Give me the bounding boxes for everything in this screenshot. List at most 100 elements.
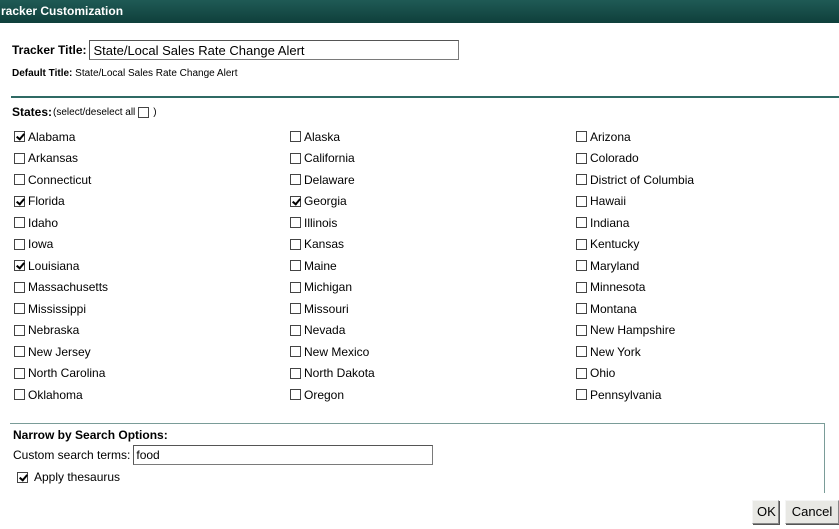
state-checkbox[interactable]	[290, 260, 301, 272]
state-checkbox[interactable]	[14, 324, 25, 336]
state-checkbox[interactable]	[576, 281, 587, 293]
state-checkbox[interactable]	[14, 131, 25, 143]
state-option[interactable]: Idaho	[14, 216, 290, 230]
state-checkbox[interactable]	[14, 346, 25, 358]
state-option[interactable]: Maine	[290, 259, 576, 273]
state-option[interactable]: Nebraska	[14, 323, 290, 337]
state-label: Alaska	[304, 129, 341, 144]
state-label: New Mexico	[304, 344, 370, 359]
state-checkbox[interactable]	[14, 303, 25, 315]
state-option[interactable]: Louisiana	[14, 259, 290, 273]
state-checkbox[interactable]	[14, 217, 25, 229]
thesaurus-row[interactable]: Apply thesaurus	[17, 470, 120, 484]
state-label: California	[304, 151, 355, 166]
state-option[interactable]: New Hampshire	[576, 323, 839, 337]
state-option[interactable]: Nevada	[290, 323, 576, 337]
state-option[interactable]: New York	[576, 345, 839, 359]
state-option[interactable]: Indiana	[576, 216, 839, 230]
state-checkbox[interactable]	[576, 367, 587, 379]
state-option[interactable]: North Carolina	[14, 366, 290, 380]
state-checkbox[interactable]	[290, 195, 301, 207]
state-option[interactable]: Montana	[576, 302, 839, 316]
state-option[interactable]: North Dakota	[290, 366, 576, 380]
state-label: Alabama	[28, 129, 76, 144]
state-label: Indiana	[590, 215, 630, 230]
state-option[interactable]: Arkansas	[14, 151, 290, 165]
state-option[interactable]: Connecticut	[14, 173, 290, 187]
state-option[interactable]: Alaska	[290, 130, 576, 144]
state-option[interactable]: Kentucky	[576, 237, 839, 251]
state-checkbox[interactable]	[576, 303, 587, 315]
state-checkbox[interactable]	[576, 152, 587, 164]
state-checkbox[interactable]	[290, 174, 301, 186]
state-label: Missouri	[304, 301, 349, 316]
select-all-checkbox[interactable]	[138, 106, 150, 118]
state-checkbox[interactable]	[14, 389, 25, 401]
state-checkbox[interactable]	[290, 217, 301, 229]
cancel-button[interactable]: Cancel	[785, 500, 839, 524]
state-checkbox[interactable]	[576, 389, 587, 401]
state-option[interactable]: Iowa	[14, 237, 290, 251]
state-option[interactable]: Delaware	[290, 173, 576, 187]
state-checkbox[interactable]	[576, 324, 587, 336]
state-label: Colorado	[590, 151, 639, 166]
states-row: Idaho Illinois Indiana	[14, 212, 839, 234]
state-checkbox[interactable]	[290, 303, 301, 315]
state-checkbox[interactable]	[576, 260, 587, 272]
state-label: North Dakota	[304, 366, 375, 381]
state-option[interactable]: Colorado	[576, 151, 839, 165]
state-checkbox[interactable]	[290, 389, 301, 401]
state-checkbox[interactable]	[290, 367, 301, 379]
state-checkbox[interactable]	[290, 238, 301, 250]
state-option[interactable]: New Jersey	[14, 345, 290, 359]
state-checkbox[interactable]	[576, 174, 587, 186]
state-label: Florida	[28, 194, 65, 209]
state-option[interactable]: Michigan	[290, 280, 576, 294]
state-option[interactable]: Ohio	[576, 366, 839, 380]
state-option[interactable]: Minnesota	[576, 280, 839, 294]
state-checkbox[interactable]	[290, 281, 301, 293]
state-option[interactable]: Oklahoma	[14, 388, 290, 402]
states-grid: Alabama Alaska Arizona Arkansas California Co…	[14, 126, 839, 406]
state-option[interactable]: Alabama	[14, 130, 290, 144]
select-all-label: (select/deselect all	[53, 106, 136, 118]
state-option[interactable]: Georgia	[290, 194, 576, 208]
state-option[interactable]: District of Columbia	[576, 173, 839, 187]
state-option[interactable]: Massachusetts	[14, 280, 290, 294]
state-label: Michigan	[304, 280, 353, 295]
states-row: Nebraska Nevada New Hampshire	[14, 320, 839, 342]
state-option[interactable]: Missouri	[290, 302, 576, 316]
state-checkbox[interactable]	[576, 217, 587, 229]
state-option[interactable]: Kansas	[290, 237, 576, 251]
state-checkbox[interactable]	[576, 131, 587, 143]
state-option[interactable]: Arizona	[576, 130, 839, 144]
state-checkbox[interactable]	[14, 174, 25, 186]
state-checkbox[interactable]	[576, 195, 587, 207]
state-checkbox[interactable]	[290, 131, 301, 143]
tracker-title-input[interactable]	[89, 40, 460, 60]
state-checkbox[interactable]	[576, 238, 587, 250]
state-option[interactable]: Oregon	[290, 388, 576, 402]
thesaurus-checkbox[interactable]	[17, 471, 28, 483]
state-checkbox[interactable]	[14, 238, 25, 250]
state-checkbox[interactable]	[290, 346, 301, 358]
state-label: Oklahoma	[28, 387, 83, 402]
state-checkbox[interactable]	[14, 260, 25, 272]
state-checkbox[interactable]	[14, 195, 25, 207]
state-option[interactable]: Florida	[14, 194, 290, 208]
state-checkbox[interactable]	[14, 152, 25, 164]
ok-button[interactable]: OK	[752, 500, 779, 524]
state-option[interactable]: California	[290, 151, 576, 165]
state-option[interactable]: Hawaii	[576, 194, 839, 208]
state-option[interactable]: Maryland	[576, 259, 839, 273]
state-option[interactable]: Mississippi	[14, 302, 290, 316]
state-option[interactable]: Pennsylvania	[576, 388, 839, 402]
state-checkbox[interactable]	[14, 367, 25, 379]
state-checkbox[interactable]	[290, 152, 301, 164]
state-option[interactable]: New Mexico	[290, 345, 576, 359]
custom-search-input[interactable]	[133, 445, 434, 465]
state-option[interactable]: Illinois	[290, 216, 576, 230]
state-checkbox[interactable]	[14, 281, 25, 293]
state-checkbox[interactable]	[576, 346, 587, 358]
state-checkbox[interactable]	[290, 324, 301, 336]
